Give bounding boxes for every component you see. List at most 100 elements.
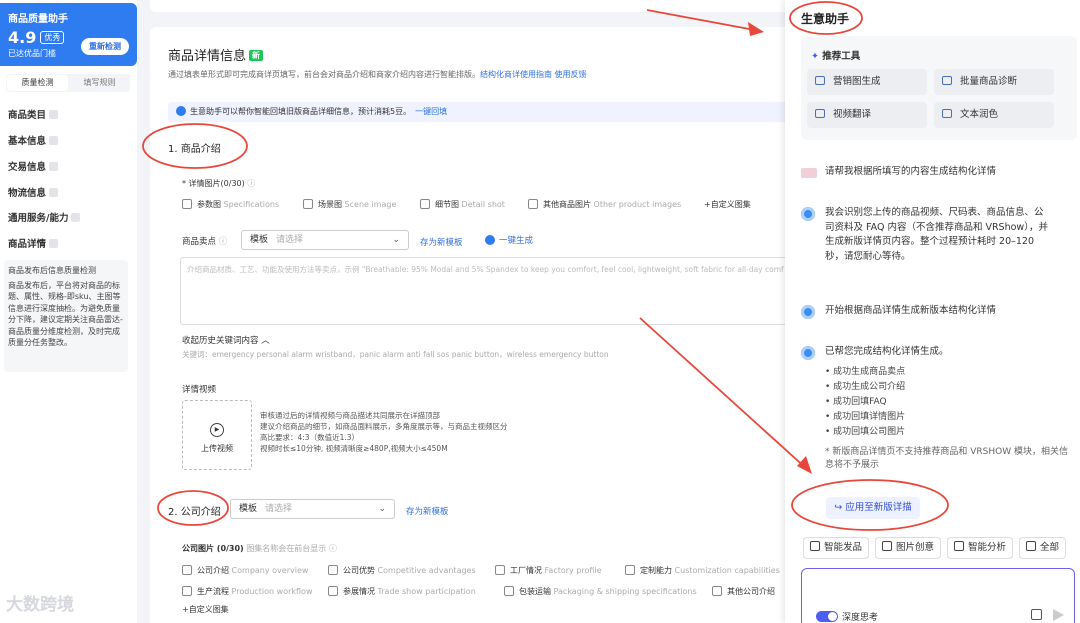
checkbox[interactable]	[625, 565, 635, 575]
page-title-text: 商品详情信息	[168, 49, 247, 64]
checkbox[interactable]	[504, 586, 514, 596]
apply-to-new-detail-button[interactable]: ↪ 应用至新版详描	[826, 497, 920, 519]
checkbox[interactable]	[328, 586, 338, 596]
company-images-label: 公司图片 (0/30) 图集名称会在前台显示 ⓘ	[182, 543, 337, 554]
one-click-fill-link[interactable]: 一键回填	[415, 107, 447, 116]
type-en: Specifications	[223, 200, 280, 209]
custom-image-set-button[interactable]: +自定义图集	[704, 199, 751, 210]
company-type-overview[interactable]: 公司介绍 Company overview	[182, 565, 308, 576]
sidebar-item-trade-info[interactable]: 交易信息	[8, 159, 59, 173]
sidebar-item-label: 商品类目	[8, 110, 47, 121]
company-save-template-button[interactable]: 存为新模板	[406, 505, 449, 517]
company-type-customization[interactable]: 定制能力 Customization capabilities	[625, 565, 780, 576]
sidebar-item-details[interactable]: 商品详情	[8, 236, 59, 250]
company-type-production[interactable]: 生产流程 Production workflow	[182, 586, 313, 597]
company-type-factory[interactable]: 工厂情况 Factory profile	[495, 565, 602, 576]
save-template-button[interactable]: 存为新模板	[420, 236, 463, 248]
company-type-other[interactable]: 其他公司介绍	[712, 586, 775, 597]
send-icon[interactable]	[1053, 609, 1064, 621]
user-avatar	[801, 168, 817, 178]
label-text: 商品卖点	[182, 237, 217, 247]
new-badge: 新	[249, 50, 264, 61]
checkbox[interactable]	[182, 199, 192, 209]
selling-points-label: 商品卖点 ⓘ	[182, 235, 227, 247]
desc-text: 通过填表单形式即可完成商详页填写，前台会对商品介绍和商家介绍内容进行智能排版。	[168, 70, 480, 79]
checkbox[interactable]	[182, 586, 192, 596]
type-cn: 生产流程	[197, 587, 229, 596]
quality-score-card: 商品质量助手 4.9 优秀 已达优品门槛 重新检测	[0, 3, 137, 66]
chart-icon	[954, 541, 964, 551]
sidebar-item-label: 通用服务/能力	[8, 213, 69, 224]
type-cn: 公司介绍	[197, 566, 229, 575]
chip-smart-analysis[interactable]: 智能分析	[947, 537, 1014, 559]
tool-text-polish[interactable]: 文本润色	[934, 102, 1054, 128]
type-cn: 其他商品图片	[543, 200, 591, 209]
checkbox[interactable]	[420, 199, 430, 209]
image-type-other[interactable]: 其他商品图片 Other product images	[528, 199, 681, 210]
sidebar-item-basic-info[interactable]: 基本信息	[8, 133, 59, 147]
sidebar-item-label: 基本信息	[8, 136, 47, 147]
image-type-scene[interactable]: 场景图 Scene image	[303, 199, 396, 210]
checkbox[interactable]	[182, 565, 192, 575]
result-item: • 成功回填公司图片	[825, 426, 906, 437]
message-text: 我会识别您上传的商品视频、尺码表、商品信息、公司资料及 FAQ 内容（不含推荐商…	[825, 207, 1048, 262]
company-type-tradeshow[interactable]: 参展情况 Trade show participation	[328, 586, 476, 597]
selling-points-textarea[interactable]: 介绍商品材质、工艺、功能及使用方法等卖点，示例 "Breathable: 95%…	[180, 257, 790, 325]
type-en: Detail shot	[461, 200, 505, 209]
chat-input[interactable]: 深度思考	[801, 568, 1075, 623]
deep-think-toggle[interactable]	[816, 611, 838, 622]
result-item: • 成功生成公司介绍	[825, 381, 906, 392]
sidebar-item-logistics[interactable]: 物流信息	[8, 185, 59, 199]
page-desc: 通过填表单形式即可完成商详页填写，前台会对商品介绍和商家介绍内容进行智能排版。结…	[168, 69, 587, 80]
product-detail-card: 商品详情信息新 通过填表单形式即可完成商详页填写，前台会对商品介绍和商家介绍内容…	[150, 27, 790, 623]
play-icon: ▶	[210, 423, 224, 437]
tab-quality-check[interactable]: 质量检测	[7, 75, 68, 91]
sidebar-item-category[interactable]: 商品类目	[8, 107, 59, 121]
help-icon	[71, 213, 81, 222]
image-icon	[882, 541, 892, 551]
caveat-text: * 新版商品详情页不支持推荐商品和 VRSHOW 模块，相关信息将不予展示	[825, 446, 1068, 470]
assistant-panel: 生意助手 ✦ 推荐工具 营销图生成 批量商品诊断 视频翻译 文本润色 请帮我根据…	[785, 0, 1080, 623]
recheck-button[interactable]: 重新检测	[81, 38, 129, 55]
attach-icon[interactable]	[1031, 609, 1042, 620]
generate-button[interactable]: 一键生成	[485, 234, 533, 246]
detail-video-label: 详情视频	[182, 385, 217, 395]
image-type-detail[interactable]: 细节图 Detail shot	[420, 199, 505, 210]
tool-video-translate[interactable]: 视频翻译	[807, 102, 927, 128]
upload-label: 上传视频	[201, 444, 233, 453]
sidebar-item-services[interactable]: 通用服务/能力	[8, 210, 81, 224]
upload-video-button[interactable]: ▶ 上传视频	[182, 400, 252, 470]
chip-all[interactable]: 全部	[1019, 537, 1067, 559]
chip-smart-publish[interactable]: 智能发品	[803, 537, 870, 559]
company-type-advantages[interactable]: 公司优势 Competitive advantages	[328, 565, 476, 576]
checkbox[interactable]	[303, 199, 313, 209]
help-icon	[49, 110, 59, 119]
message-text: 已帮您完成结构化详情生成。	[825, 346, 949, 357]
tool-batch-diagnosis[interactable]: 批量商品诊断	[934, 69, 1054, 95]
company-template-select[interactable]: 模板 请选择 ⌄	[230, 499, 395, 519]
tab-fill-rules[interactable]: 填写规则	[69, 74, 130, 92]
checkbox[interactable]	[328, 565, 338, 575]
type-cn: 包装运输	[519, 587, 551, 596]
assistant-icon	[176, 106, 186, 116]
company-custom-image-set-button[interactable]: +自定义图集	[182, 604, 229, 615]
type-cn: 参展情况	[343, 587, 375, 596]
helper-banner: 生意助手可以帮你智能回填旧版商品详细信息，预计消耗5豆。 一键回填	[168, 102, 790, 122]
tool-label: 批量商品诊断	[960, 76, 1018, 87]
guide-link[interactable]: 结构化商详使用指南 使用反馈	[480, 70, 587, 79]
type-cn: 定制能力	[640, 566, 672, 575]
helper-text: 生意助手可以帮你智能回填旧版商品详细信息，预计消耗5豆。	[190, 107, 412, 116]
image-type-specifications[interactable]: 参数图 Specifications	[182, 199, 279, 210]
help-icon	[49, 136, 59, 145]
assistant-avatar	[801, 207, 815, 221]
checkbox[interactable]	[495, 565, 505, 575]
type-cn: 其他公司介绍	[727, 587, 775, 596]
checkbox[interactable]	[712, 586, 722, 596]
template-select[interactable]: 模板 请选择 ⌄	[241, 230, 409, 250]
chip-image-idea[interactable]: 图片创意	[875, 537, 942, 559]
tool-marketing-image[interactable]: 营销图生成	[807, 69, 927, 95]
company-type-packaging[interactable]: 包装运输 Packaging & shipping specifications	[504, 586, 697, 597]
history-keywords-toggle[interactable]: 收起历史关键词内容 ︿	[182, 334, 270, 346]
bot-message: 已帮您完成结构化详情生成。 • 成功生成商品卖点 • 成功生成公司介绍 • 成功…	[801, 345, 1071, 472]
checkbox[interactable]	[528, 199, 538, 209]
